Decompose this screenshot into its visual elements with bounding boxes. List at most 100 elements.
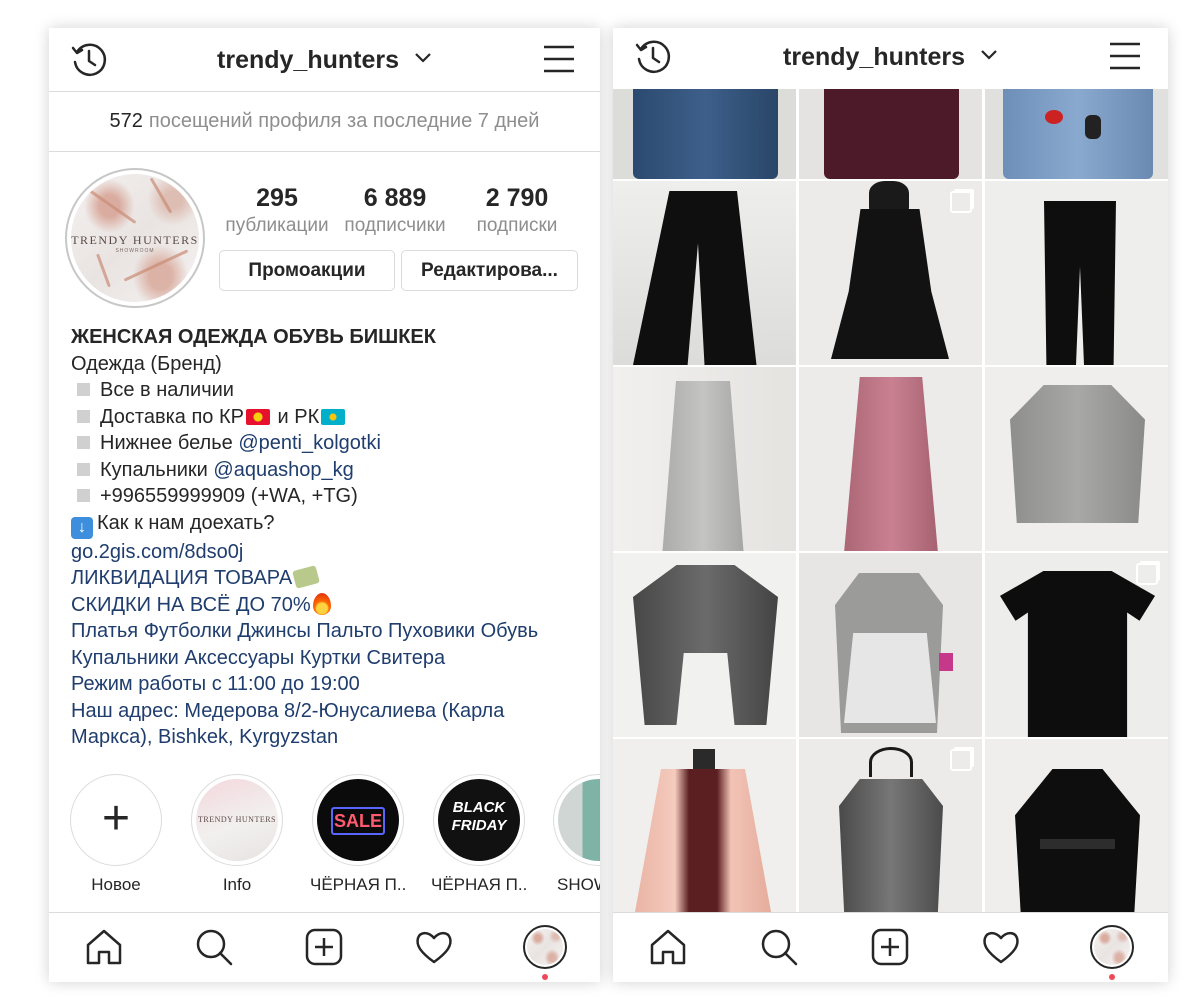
bio-website-link[interactable]: go.2gis.com/8dso0j bbox=[71, 539, 591, 566]
stat-label: подписчики bbox=[344, 215, 446, 236]
posts-grid bbox=[613, 89, 1168, 914]
highlight-label: ЧЁРНАЯ П... bbox=[310, 875, 406, 894]
bio-line-directions: ↓ Как к нам доехать? bbox=[71, 510, 591, 539]
promotions-button[interactable]: Промоакции bbox=[219, 250, 395, 291]
highlight-label: SHOW bbox=[557, 875, 600, 894]
new-post-icon[interactable] bbox=[302, 925, 346, 969]
hamburger-menu-icon[interactable] bbox=[1108, 39, 1142, 73]
avatar-image: TRENDY HUNTERS SHOWROOM bbox=[71, 174, 199, 302]
down-arrow-emoji-icon: ↓ bbox=[71, 516, 93, 539]
bio-line-swimwear: Купальники @aquashop_kg bbox=[71, 457, 591, 484]
username-label: trendy_hunters bbox=[217, 46, 400, 74]
highlight-label: Info bbox=[222, 875, 252, 894]
home-icon[interactable] bbox=[646, 925, 690, 969]
bullet-square-icon bbox=[77, 383, 90, 396]
post-thumbnail[interactable] bbox=[799, 739, 982, 914]
profile-header: trendy_hunters bbox=[49, 28, 600, 92]
multi-photo-icon bbox=[950, 749, 972, 771]
chevron-down-icon bbox=[415, 53, 431, 63]
mention-link-aquashop[interactable]: @aquashop_kg bbox=[213, 459, 353, 481]
post-thumbnail[interactable] bbox=[799, 553, 982, 737]
bottom-nav bbox=[613, 912, 1168, 982]
highlight-show[interactable]: SHOW bbox=[551, 774, 600, 895]
highlight-cover bbox=[558, 779, 600, 861]
bio-address-line2: Маркса), Bishkek, Kyrgyzstan bbox=[71, 726, 339, 748]
highlight-black-friday[interactable]: BLACK FRIDAY ЧЁРНАЯ П... bbox=[431, 774, 527, 895]
post-thumbnail[interactable] bbox=[985, 367, 1168, 551]
search-icon[interactable] bbox=[757, 925, 801, 969]
notification-dot bbox=[542, 974, 548, 980]
post-thumbnail[interactable] bbox=[985, 89, 1168, 179]
new-post-icon[interactable] bbox=[868, 925, 912, 969]
bio-line-phone: +996559999909 (+WA, +TG) bbox=[71, 483, 591, 510]
post-thumbnail[interactable] bbox=[799, 367, 982, 551]
stat-following[interactable]: 2 790 подписки bbox=[467, 184, 567, 237]
profile-category: Одежда (Бренд) bbox=[71, 352, 222, 375]
profile-screen: trendy_hunters 572 посещений профиля за п… bbox=[49, 28, 600, 982]
edit-profile-button[interactable]: Редактирова... bbox=[401, 250, 578, 291]
stat-value: 6 889 bbox=[363, 184, 427, 212]
post-thumbnail[interactable] bbox=[613, 367, 796, 551]
multi-photo-icon bbox=[1136, 563, 1158, 585]
home-icon[interactable] bbox=[82, 925, 126, 969]
bio-discount: СКИДКИ НА ВСЁ ДО 70% bbox=[71, 592, 591, 619]
bullet-square-icon bbox=[77, 436, 90, 449]
avatar-brand-text: TRENDY HUNTERS bbox=[71, 232, 199, 247]
highlight-info[interactable]: TRENDY HUNTERS Info bbox=[189, 774, 285, 895]
profile-avatar[interactable]: TRENDY HUNTERS SHOWROOM bbox=[65, 168, 205, 308]
stat-posts[interactable]: 295 публикации bbox=[223, 184, 331, 237]
profile-visits-banner[interactable]: 572 посещений профиля за последние 7 дней bbox=[49, 92, 600, 152]
bio-line-underwear: Нижнее белье @penti_kolgotki bbox=[71, 430, 591, 457]
highlight-new[interactable]: + Новое bbox=[68, 774, 164, 895]
hamburger-menu-icon[interactable] bbox=[542, 42, 576, 76]
post-thumbnail[interactable] bbox=[613, 553, 796, 737]
post-thumbnail[interactable] bbox=[613, 89, 796, 179]
username-label: trendy_hunters bbox=[783, 43, 966, 71]
post-thumbnail[interactable] bbox=[985, 739, 1168, 914]
mention-link-penti[interactable]: @penti_kolgotki bbox=[238, 432, 381, 454]
username-switcher[interactable]: trendy_hunters bbox=[49, 46, 600, 75]
highlight-cover: TRENDY HUNTERS bbox=[196, 779, 278, 861]
profile-tab-avatar[interactable] bbox=[1090, 925, 1134, 969]
avatar-brand-subtext: SHOWROOM bbox=[115, 248, 155, 255]
post-thumbnail[interactable] bbox=[985, 553, 1168, 737]
kyrgyzstan-flag-icon bbox=[245, 408, 270, 425]
post-thumbnail[interactable] bbox=[613, 181, 796, 365]
bio-tags-line1: Платья Футболки Джинсы Пальто Пуховики О… bbox=[71, 620, 539, 642]
chevron-down-icon bbox=[981, 50, 997, 60]
username-switcher[interactable]: trendy_hunters bbox=[613, 43, 1168, 72]
bio-hours: Режим работы с 11:00 до 19:00 bbox=[71, 673, 360, 695]
plus-icon: + bbox=[101, 792, 131, 845]
highlight-sale[interactable]: SALE ЧЁРНАЯ П... bbox=[310, 774, 406, 895]
bio-line-stock: Все в наличии bbox=[71, 377, 591, 404]
stat-label: подписки bbox=[476, 215, 558, 236]
notification-dot bbox=[1109, 974, 1115, 980]
post-thumbnail[interactable] bbox=[799, 181, 982, 365]
activity-heart-icon[interactable] bbox=[412, 925, 456, 969]
search-icon[interactable] bbox=[192, 925, 236, 969]
profile-tab-avatar[interactable] bbox=[523, 925, 567, 969]
bottom-nav bbox=[49, 912, 600, 982]
post-thumbnail[interactable] bbox=[985, 181, 1168, 365]
bullet-square-icon bbox=[77, 409, 90, 423]
highlight-label: Новое bbox=[91, 875, 141, 894]
bio-address-line1: Наш адрес: Медерова 8/2-Юнусалиева (Карл… bbox=[71, 699, 505, 722]
bio-line-delivery: Доставка по КР и РК bbox=[71, 404, 591, 431]
post-thumbnail[interactable] bbox=[613, 739, 796, 914]
highlight-cover: SALE bbox=[317, 779, 399, 861]
post-thumbnail[interactable] bbox=[799, 89, 982, 179]
profile-header: trendy_hunters bbox=[613, 28, 1168, 89]
profile-bio: ЖЕНСКАЯ ОДЕЖДА ОБУВЬ БИШКЕК Одежда (Брен… bbox=[71, 324, 591, 751]
bio-liquidation: ЛИКВИДАЦИЯ ТОВАРА bbox=[71, 565, 591, 592]
activity-heart-icon[interactable] bbox=[979, 925, 1023, 969]
highlight-label: ЧЁРНАЯ П... bbox=[431, 875, 527, 894]
profile-name: ЖЕНСКАЯ ОДЕЖДА ОБУВЬ БИШКЕК bbox=[71, 326, 436, 348]
stat-label: публикации bbox=[225, 215, 329, 236]
visits-text: посещений профиля за последние 7 дней bbox=[148, 110, 540, 132]
stat-followers[interactable]: 6 889 подписчики bbox=[339, 184, 451, 237]
bullet-square-icon bbox=[77, 462, 90, 476]
bio-tags-line2: Купальники Аксессуары Куртки Свитера bbox=[71, 646, 446, 669]
multi-photo-icon bbox=[950, 191, 972, 213]
money-emoji-icon bbox=[292, 565, 321, 589]
profile-grid-screen: trendy_hunters bbox=[613, 28, 1168, 982]
